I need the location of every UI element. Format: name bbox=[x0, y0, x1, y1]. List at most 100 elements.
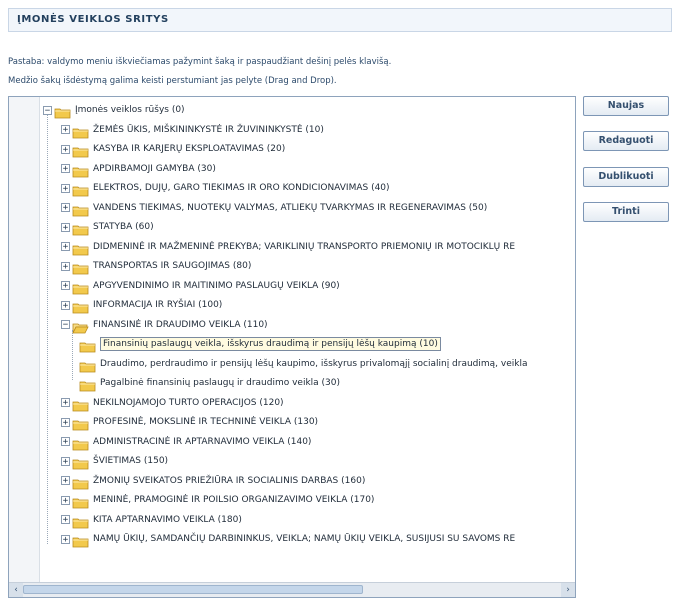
tree-node[interactable]: + KASYBA IR KARJERŲ EKSPLOATAVIMAS (20) bbox=[61, 140, 285, 158]
folder-icon bbox=[72, 436, 89, 450]
folder-open-icon bbox=[72, 319, 89, 333]
horizontal-scrollbar[interactable]: ‹ › bbox=[9, 582, 575, 597]
collapse-icon[interactable]: − bbox=[61, 320, 70, 330]
tree-node[interactable]: + PROFESINĖ, MOKSLINĖ IR TECHNINĖ VEIKLA … bbox=[61, 413, 318, 431]
tree-node-label[interactable]: TRANSPORTAS IR SAUGOJIMAS (80) bbox=[93, 261, 251, 271]
expand-icon[interactable]: + bbox=[61, 437, 70, 447]
activity-tree[interactable]: − Įmonės veiklos rūšys (0) + ŽEMĖS ŪKIS, MI… bbox=[8, 96, 576, 598]
tree-node[interactable]: + VANDENS TIEKIMAS, NUOTEKŲ VALYMAS, ATLI… bbox=[61, 199, 487, 217]
note-context-menu: Pastaba: valdymo meniu iškviečiamas pažy… bbox=[8, 57, 392, 67]
tree-node-label[interactable]: Finansinių paslaugų veikla, išskyrus dra… bbox=[100, 337, 441, 351]
folder-icon bbox=[72, 416, 89, 431]
folder-icon bbox=[79, 377, 96, 392]
tree-node[interactable]: + ŽMONIŲ SVEIKATOS PRIEŽIŪRA IR SOCIALINI… bbox=[61, 472, 365, 490]
tree-node-label[interactable]: ŠVIETIMAS (150) bbox=[93, 456, 168, 466]
expand-icon[interactable]: + bbox=[61, 203, 70, 213]
expand-icon[interactable]: + bbox=[61, 183, 70, 193]
folder-icon bbox=[72, 494, 89, 509]
tree-node-label[interactable]: ELEKTROS, DUJŲ, GARO TIEKIMAS IR ORO KON… bbox=[93, 183, 390, 193]
tree-node-label[interactable]: Pagalbinė finansinių paslaugų ir draudim… bbox=[100, 378, 340, 388]
duplicate-button[interactable]: Dublikuoti bbox=[583, 167, 669, 187]
folder-icon bbox=[72, 241, 89, 255]
tree-node[interactable]: + MENINĖ, PRAMOGINĖ IR POILSIO ORGANIZAVI… bbox=[61, 491, 374, 509]
new-button[interactable]: Naujas bbox=[583, 96, 669, 116]
tree-node[interactable]: + TRANSPORTAS IR SAUGOJIMAS (80) bbox=[61, 257, 251, 275]
tree-node[interactable]: + ELEKTROS, DUJŲ, GARO TIEKIMAS IR ORO KO… bbox=[61, 179, 390, 197]
tree-node[interactable]: + NEKILNOJAMOJO TURTO OPERACIJOS (120) bbox=[61, 394, 284, 412]
tree-node-label[interactable]: INFORMACIJA IR RYŠIAI (100) bbox=[93, 300, 222, 310]
tree-node-label[interactable]: NEKILNOJAMOJO TURTO OPERACIJOS (120) bbox=[93, 398, 284, 408]
folder-icon bbox=[72, 475, 89, 489]
tree-node[interactable]: + NAMŲ ŪKIŲ, SAMDANČIŲ DARBININKUS, VEIKL… bbox=[61, 530, 515, 548]
tree-connector-line bbox=[47, 115, 48, 544]
note-drag-drop: Medžio šakų išdėstymą galima keisti pers… bbox=[8, 76, 337, 86]
tree-node-label[interactable]: APGYVENDINIMO IR MAITINIMO PASLAUGŲ VEIK… bbox=[93, 281, 340, 291]
expand-icon[interactable]: + bbox=[61, 534, 70, 544]
expand-icon[interactable]: + bbox=[61, 222, 70, 232]
tree-node[interactable]: + ŠVIETIMAS (150) bbox=[61, 452, 168, 470]
tree-node[interactable]: − FINANSINĖ IR DRAUDIMO VEIKLA (110) bbox=[61, 316, 268, 334]
tree-connector-line bbox=[72, 329, 73, 380]
expand-icon[interactable]: + bbox=[61, 476, 70, 486]
folder-icon bbox=[72, 260, 89, 275]
tree-node-label[interactable]: FINANSINĖ IR DRAUDIMO VEIKLA (110) bbox=[93, 320, 268, 330]
folder-icon bbox=[79, 358, 96, 372]
tree-child-node[interactable]: Pagalbinė finansinių paslaugų ir draudim… bbox=[79, 374, 340, 392]
folder-icon bbox=[72, 143, 89, 158]
expand-icon[interactable]: + bbox=[61, 144, 70, 154]
expand-icon[interactable]: + bbox=[61, 164, 70, 174]
folder-icon bbox=[72, 202, 89, 216]
edit-button[interactable]: Redaguoti bbox=[583, 131, 669, 151]
folder-icon bbox=[72, 182, 89, 197]
tree-node[interactable]: + APGYVENDINIMO IR MAITINIMO PASLAUGŲ VEI… bbox=[61, 277, 340, 295]
tree-node-label[interactable]: ADMINISTRACINĖ IR APTARNAVIMO VEIKLA (14… bbox=[93, 437, 311, 447]
folder-icon bbox=[72, 455, 89, 470]
expand-icon[interactable]: + bbox=[61, 515, 70, 525]
tree-child-node[interactable]: Finansinių paslaugų veikla, išskyrus dra… bbox=[79, 335, 441, 353]
expand-icon[interactable]: + bbox=[61, 242, 70, 252]
tree-gutter bbox=[9, 97, 40, 597]
tree-node[interactable]: + INFORMACIJA IR RYŠIAI (100) bbox=[61, 296, 222, 314]
tree-node-label[interactable]: Įmonės veiklos rūšys (0) bbox=[75, 105, 185, 115]
scroll-left-icon[interactable]: ‹ bbox=[9, 583, 23, 597]
expand-icon[interactable]: + bbox=[61, 495, 70, 505]
tree-node-label[interactable]: APDIRBAMOJI GAMYBA (30) bbox=[93, 164, 216, 174]
tree-node[interactable]: + ADMINISTRACINĖ IR APTARNAVIMO VEIKLA (1… bbox=[61, 433, 311, 451]
expand-icon[interactable]: + bbox=[61, 281, 70, 291]
expand-icon[interactable]: + bbox=[61, 300, 70, 310]
tree-child-node[interactable]: Draudimo, perdraudimo ir pensijų lėšų ka… bbox=[79, 355, 528, 373]
tree-node-label[interactable]: MENINĖ, PRAMOGINĖ IR POILSIO ORGANIZAVIM… bbox=[93, 495, 374, 505]
tree-node-label[interactable]: VANDENS TIEKIMAS, NUOTEKŲ VALYMAS, ATLIE… bbox=[93, 203, 487, 213]
tree-node[interactable]: + KITA APTARNAVIMO VEIKLA (180) bbox=[61, 511, 242, 529]
tree-node[interactable]: + STATYBA (60) bbox=[61, 218, 154, 236]
tree-node-label[interactable]: ŽEMĖS ŪKIS, MIŠKININKYSTĖ IR ŽUVININKYST… bbox=[93, 125, 324, 135]
expand-icon[interactable]: + bbox=[61, 456, 70, 466]
folder-icon bbox=[72, 299, 89, 314]
tree-node-label[interactable]: ŽMONIŲ SVEIKATOS PRIEŽIŪRA IR SOCIALINIS… bbox=[93, 476, 365, 486]
expand-icon[interactable]: + bbox=[61, 125, 70, 135]
tree-node-label[interactable]: KASYBA IR KARJERŲ EKSPLOATAVIMAS (20) bbox=[93, 144, 285, 154]
section-title: ĮMONĖS VEIKLOS SRITYS bbox=[17, 14, 169, 25]
expand-icon[interactable]: + bbox=[61, 398, 70, 408]
expand-icon[interactable]: + bbox=[61, 261, 70, 271]
tree-root[interactable]: − Įmonės veiklos rūšys (0) bbox=[43, 101, 185, 119]
tree-node-label[interactable]: KITA APTARNAVIMO VEIKLA (180) bbox=[93, 515, 242, 525]
tree-node-label[interactable]: STATYBA (60) bbox=[93, 222, 154, 232]
folder-icon bbox=[72, 221, 89, 236]
tree-node[interactable]: + ŽEMĖS ŪKIS, MIŠKININKYSTĖ IR ŽUVININKYS… bbox=[61, 121, 324, 139]
tree-node[interactable]: + DIDMENINĖ IR MAŽMENINĖ PREKYBA; VARIKLI… bbox=[61, 238, 515, 256]
tree-node-label[interactable]: PROFESINĖ, MOKSLINĖ IR TECHNINĖ VEIKLA (… bbox=[93, 417, 318, 427]
scroll-thumb[interactable] bbox=[23, 585, 363, 594]
expand-icon[interactable]: + bbox=[61, 417, 70, 427]
delete-button[interactable]: Trinti bbox=[583, 202, 669, 222]
tree-node[interactable]: + APDIRBAMOJI GAMYBA (30) bbox=[61, 160, 216, 178]
tree-node-label[interactable]: NAMŲ ŪKIŲ, SAMDANČIŲ DARBININKUS, VEIKLA… bbox=[93, 534, 515, 544]
collapse-icon[interactable]: − bbox=[43, 105, 52, 115]
folder-icon bbox=[72, 397, 89, 411]
tree-node-label[interactable]: Draudimo, perdraudimo ir pensijų lėšų ka… bbox=[100, 359, 528, 369]
folder-icon bbox=[79, 338, 96, 353]
folder-icon bbox=[72, 163, 89, 177]
tree-node-label[interactable]: DIDMENINĖ IR MAŽMENINĖ PREKYBA; VARIKLIN… bbox=[93, 242, 515, 252]
folder-icon bbox=[72, 514, 89, 528]
scroll-right-icon[interactable]: › bbox=[561, 583, 575, 597]
